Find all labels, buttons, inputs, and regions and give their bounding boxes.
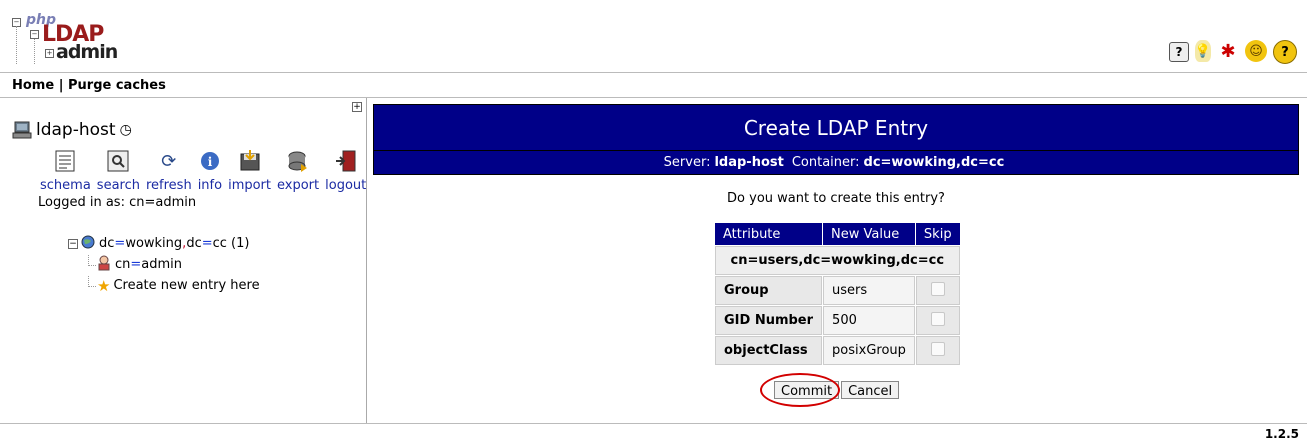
tool-import-label: import (228, 178, 272, 193)
server-container-info: Server: ldap-host Container: dc=wowking,… (373, 151, 1299, 175)
tool-logout[interactable]: logout (325, 150, 366, 193)
table-row: objectClass posixGroup (715, 336, 960, 365)
attr-name: objectClass (715, 336, 823, 365)
confirm-question: Do you want to create this entry? (727, 191, 945, 206)
tree-branch-line (88, 276, 96, 287)
attr-value: 500 (823, 306, 915, 335)
skip-checkbox[interactable] (930, 341, 945, 356)
menu-separator: | (54, 78, 68, 93)
top-menu: Home | Purge caches (12, 78, 166, 93)
panel-collapse-icon[interactable]: + (352, 102, 362, 112)
skip-cell (915, 306, 960, 335)
tool-refresh[interactable]: ⟳ refresh (145, 150, 192, 194)
tree-child-admin-dn[interactable]: cn=admin (115, 257, 182, 272)
footer-divider (0, 423, 1307, 424)
tool-import[interactable]: import (228, 150, 271, 193)
tool-schema-label: schema (40, 178, 91, 193)
skip-checkbox[interactable] (930, 311, 945, 326)
server-label: Server: (663, 155, 711, 170)
tree-child-admin[interactable]: cn=admin (68, 254, 260, 275)
entry-table: Attribute New Value Skip cn=users,dc=wow… (714, 222, 961, 366)
server-name[interactable]: ldap-host (36, 120, 116, 140)
header-icons: ? 💡 ✱ ☺ ? (1169, 40, 1297, 64)
home-link[interactable]: Home (12, 78, 54, 93)
commit-wrap: Commit (760, 373, 840, 407)
search-icon (107, 150, 129, 172)
smiley-icon[interactable]: ☺ (1245, 40, 1267, 62)
tool-search[interactable]: search (97, 150, 140, 193)
attr-value: posixGroup (823, 336, 915, 365)
logout-icon (335, 150, 357, 172)
ldap-tree: − dc=wowking,dc=cc (1) cn=admin ★ Create… (68, 233, 260, 296)
tree-branch-line (88, 255, 96, 266)
version-label: 1.2.5 (1264, 427, 1299, 441)
logo-admin-text: admin (56, 41, 118, 63)
tool-logout-label: logout (325, 178, 367, 193)
tool-export-label: export (277, 178, 320, 193)
schema-icon (54, 150, 76, 172)
col-skip: Skip (915, 223, 960, 245)
tree-root-dn[interactable]: dc=wowking,dc=cc (1) (99, 236, 249, 251)
skip-cell (915, 276, 960, 305)
info-icon: i (199, 150, 221, 172)
refresh-icon: ⟳ (161, 150, 177, 172)
server-heading: ldap-host ◷ (12, 120, 132, 140)
tool-info-label: info (197, 178, 223, 193)
tool-refresh-label: refresh (145, 178, 192, 193)
table-row: GID Number 500 (715, 306, 960, 335)
star-icon: ★ (97, 276, 111, 295)
logged-in-status: Logged in as: cn=admin (38, 195, 197, 210)
help-icon[interactable]: ? (1169, 42, 1189, 62)
clock-icon: ◷ (119, 122, 132, 138)
purge-caches-link[interactable]: Purge caches (68, 78, 166, 93)
attr-value: users (823, 276, 915, 305)
form-buttons: Commit Cancel (760, 373, 900, 407)
skip-checkbox[interactable] (930, 281, 945, 296)
phpldapadmin-logo: − php − LDAP + admin (12, 12, 118, 64)
header-divider (0, 72, 1307, 73)
create-new-entry-link[interactable]: Create new entry here (113, 278, 259, 293)
tool-schema[interactable]: schema (40, 150, 91, 193)
lightbulb-icon[interactable]: 💡 (1195, 40, 1211, 62)
bug-icon[interactable]: ✱ (1217, 40, 1239, 62)
svg-text:i: i (208, 155, 213, 169)
attr-name: GID Number (715, 306, 823, 335)
tree-collapse-icon[interactable]: − (68, 238, 78, 249)
export-icon (287, 150, 309, 172)
import-icon (239, 150, 261, 172)
container-label: Container: (791, 155, 860, 170)
tool-info[interactable]: i info (198, 150, 222, 193)
user-icon (97, 255, 111, 275)
entry-dn: cn=users,dc=wowking,dc=cc (715, 246, 960, 275)
tool-search-label: search (96, 178, 140, 193)
main-panel: Create LDAP Entry Server: ldap-host Cont… (373, 104, 1299, 407)
tool-export[interactable]: export (277, 150, 319, 193)
col-attribute: Attribute (715, 223, 823, 245)
globe-icon (81, 235, 95, 253)
tree-root[interactable]: − dc=wowking,dc=cc (1) (68, 233, 260, 254)
skip-cell (915, 336, 960, 365)
question-icon[interactable]: ? (1273, 40, 1297, 64)
table-row: Group users (715, 276, 960, 305)
cancel-button[interactable]: Cancel (841, 381, 900, 399)
left-panel: + ldap-host ◷ schema search ⟳ refresh i … (0, 98, 367, 423)
container-value: dc=wowking,dc=cc (863, 155, 1005, 170)
tree-create-new[interactable]: ★ Create new entry here (68, 275, 260, 296)
col-new-value: New Value (823, 223, 915, 245)
highlight-ring (760, 373, 840, 407)
server-icon (12, 121, 32, 139)
page-title: Create LDAP Entry (373, 104, 1299, 151)
server-toolbar: schema search ⟳ refresh i info import ex… (40, 150, 372, 193)
attr-name: Group (715, 276, 823, 305)
server-value: ldap-host (714, 155, 784, 170)
